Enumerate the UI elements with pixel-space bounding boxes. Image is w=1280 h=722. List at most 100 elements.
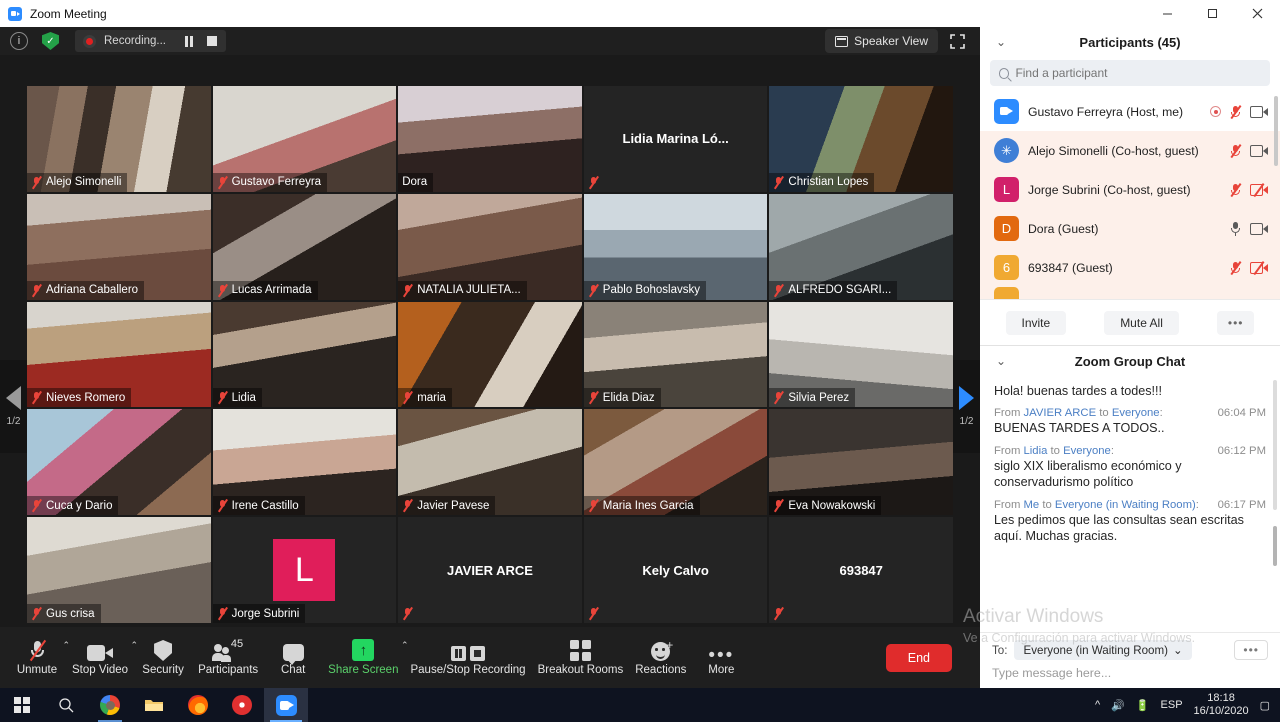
camera-off-icon[interactable] [1250,261,1268,274]
video-tile[interactable]: Alejo Simonelli [27,86,211,192]
maximize-button[interactable] [1190,0,1235,27]
video-tile[interactable]: maria [398,301,582,408]
video-tile[interactable]: Adriana Caballero [27,193,211,300]
video-tile[interactable]: Nieves Romero [27,301,211,408]
action-center-icon[interactable]: ▢ [1260,699,1270,712]
participants-scrollbar[interactable] [1274,96,1278,166]
video-tile[interactable]: 693847 [769,517,953,623]
video-grid: Alejo Simonelli Gustavo Ferreyra Dora Lidia… [27,86,953,623]
taskbar-firefox-icon[interactable] [176,688,220,722]
participant-row[interactable]: ✳ Alejo Simonelli (Co-host, guest) [980,131,1280,170]
pause-recording-icon[interactable] [180,35,192,47]
video-tile[interactable]: L Jorge Subrini [212,517,397,623]
taskbar-file-explorer-icon[interactable] [132,688,176,722]
mute-all-button[interactable]: Mute All [1104,310,1179,335]
video-tile[interactable]: ALFREDO SGARI... [769,193,953,300]
microphone-muted-icon[interactable] [1229,260,1242,275]
chat-recipient-dropdown[interactable]: Everyone (in Waiting Room) ⌄ [1014,640,1192,660]
control-participants[interactable]: 45 Participants [192,632,264,684]
microphone-muted-icon[interactable] [1229,104,1242,119]
minimize-button[interactable] [1145,0,1190,27]
video-tile[interactable]: Christian Lopes [769,86,953,192]
network-battery-icon[interactable]: 🔋 [1136,699,1150,712]
participant-row[interactable] [980,287,1280,299]
chat-scrollbar-track[interactable] [1273,380,1277,510]
participant-row[interactable]: L Jorge Subrini (Co-host, guest) [980,170,1280,209]
video-tile[interactable]: Pablo Bohoslavsky [583,193,768,300]
participants-action-buttons: Invite Mute All ••• [980,299,1280,345]
participant-row[interactable]: D Dora (Guest) [980,209,1280,248]
video-tile[interactable]: Cuca y Dario [27,409,211,516]
control-stop-video[interactable]: Stop Video ⌃ [66,632,138,684]
control-label: Stop Video [72,664,129,676]
control-breakout-rooms[interactable]: Breakout Rooms [532,632,630,684]
video-tile[interactable]: Kely Calvo [583,517,768,623]
video-tile[interactable]: Irene Castillo [212,409,397,516]
search-input[interactable] [1015,66,1261,80]
chat-composer: To: Everyone (in Waiting Room) ⌄ ••• Typ… [980,632,1280,688]
video-tile[interactable]: Lidia Marina Ló... [583,86,768,192]
microphone-muted-icon [27,639,47,661]
video-tile[interactable]: Gustavo Ferreyra [212,86,397,192]
camera-on-icon[interactable] [1250,144,1268,157]
chat-scrollbar-thumb[interactable] [1273,526,1277,566]
microphone-muted-icon[interactable] [1229,182,1242,197]
language-indicator[interactable]: ESP [1161,699,1183,711]
previous-page-button[interactable]: 1/2 [0,360,27,453]
tile-participant-name: Elida Diaz [602,391,655,404]
fullscreen-button[interactable] [944,29,970,53]
camera-on-icon[interactable] [1250,222,1268,235]
video-tile[interactable]: Javier Pavese [398,409,582,516]
invite-button[interactable]: Invite [1005,310,1067,335]
stop-recording-icon[interactable] [206,35,218,47]
video-tile[interactable]: Dora [398,86,582,192]
control-reactions[interactable]: + Reactions [629,632,692,684]
control-label: Chat [281,664,306,676]
camera-off-icon[interactable] [1250,183,1268,196]
chat-message-input[interactable]: Type message here... [992,666,1268,680]
volume-icon[interactable]: 🔊 [1111,699,1125,712]
video-tile[interactable]: Elida Diaz [583,301,768,408]
participant-search-box[interactable] [990,60,1270,86]
taskbar-media-player-icon[interactable] [220,688,264,722]
control-pause-stop-recording[interactable]: Pause/Stop Recording [404,632,531,684]
participants-more-button[interactable]: ••• [1216,310,1255,335]
control-security[interactable]: Security [134,632,192,684]
encryption-shield-icon[interactable]: ✓ [42,32,59,50]
next-page-button[interactable]: 1/2 [953,360,980,453]
breakout-rooms-icon [569,639,591,661]
microphone-on-icon[interactable] [1229,221,1242,236]
chat-message-list[interactable]: Hola! buenas tardes a todes!!! From JAVI… [980,376,1280,632]
meeting-info-icon[interactable]: i [10,32,28,50]
chat-collapse-icon[interactable]: ⌄ [996,354,1006,368]
participants-collapse-icon[interactable]: ⌄ [996,35,1006,49]
video-tile[interactable]: Silvia Perez [769,301,953,408]
microphone-muted-icon[interactable] [1229,143,1242,158]
video-tile[interactable]: Gus crisa [27,517,211,623]
windows-start-icon[interactable] [0,688,44,722]
taskbar-chrome-icon[interactable] [88,688,132,722]
video-tile[interactable]: Eva Nowakowski [769,409,953,516]
control-chat[interactable]: Chat [264,632,322,684]
show-hidden-icons[interactable]: ^ [1095,699,1100,711]
video-tile[interactable]: Lucas Arrimada [212,193,397,300]
control-unmute[interactable]: Unmute ⌃ [8,632,70,684]
video-tile[interactable]: Lidia [212,301,397,408]
participant-row[interactable]: Gustavo Ferreyra (Host, me) [980,92,1280,131]
video-tile[interactable]: JAVIER ARCE [398,517,582,623]
participants-list[interactable]: Gustavo Ferreyra (Host, me) ✳ Alejo Simone… [980,92,1280,299]
video-tile[interactable]: NATALIA JULIETA... [398,193,582,300]
chat-more-button[interactable]: ••• [1234,640,1268,660]
control-share-screen[interactable]: Share Screen⌃ [322,632,408,684]
participant-row[interactable]: 6 693847 (Guest) [980,248,1280,287]
taskbar-search-icon[interactable] [44,688,88,722]
control-more[interactable]: ••• More [692,632,750,684]
taskbar-zoom-icon[interactable] [264,688,308,722]
video-tile[interactable]: Maria Ines Garcia [583,409,768,516]
view-switch-button[interactable]: Speaker View [825,29,938,53]
end-meeting-button[interactable]: End [885,643,952,672]
zoom-meeting-window: Zoom Meeting i ✓ Recording... Speaker Vi… [0,0,1280,722]
taskbar-clock[interactable]: 18:18 16/10/2020 [1194,692,1249,718]
close-button[interactable] [1235,0,1280,27]
camera-on-icon[interactable] [1250,105,1268,118]
